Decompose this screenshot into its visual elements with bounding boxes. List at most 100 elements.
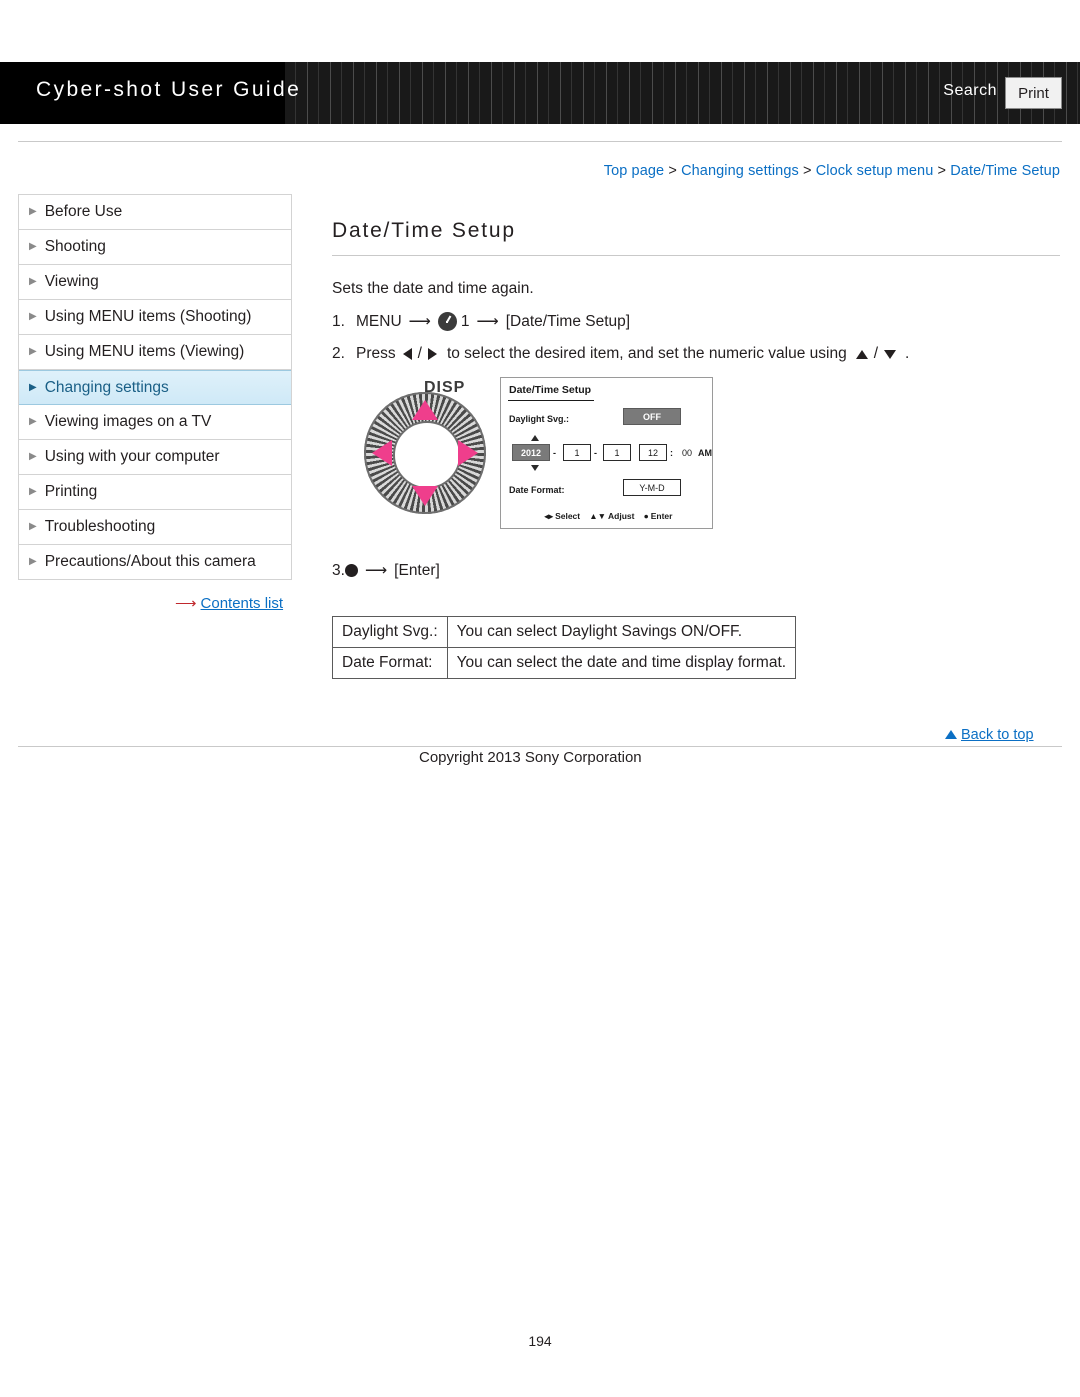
chevron-right-icon: ▶	[29, 206, 37, 217]
contents-list-link[interactable]: ⟶ Contents list	[175, 594, 283, 612]
step-2-slash-1: /	[417, 345, 422, 362]
settings-description-table: Daylight Svg.: You can select Daylight S…	[332, 616, 797, 679]
footer-divider	[18, 746, 1062, 747]
lcd-down-arrow-icon	[531, 465, 539, 471]
step-1-target: [Date/Time Setup]	[505, 312, 631, 330]
control-wheel-illustration: DISP	[364, 379, 486, 514]
arrow-right-icon: ⟶	[175, 595, 197, 612]
chevron-right-icon: ▶	[29, 241, 37, 252]
chevron-right-icon: ▶	[29, 276, 37, 287]
step-1-menu-label: MENU	[356, 312, 402, 330]
sidebar-item-label: Using MENU items (Shooting)	[44, 308, 252, 325]
step-2-number: 2.	[332, 345, 345, 362]
wheel-right-arrow-icon	[458, 440, 478, 466]
chevron-right-icon: ▶	[29, 381, 37, 393]
sidebar-item-changing-settings[interactable]: ▶ Changing settings	[19, 370, 291, 405]
table-cell-key: Date Format:	[332, 647, 448, 679]
back-to-top-label: Back to top	[961, 727, 1034, 743]
illustration-figure: DISP Date/Time Setup Daylight Svg.: OFF …	[332, 377, 1062, 557]
lcd-month-value: 1	[563, 444, 591, 461]
chevron-right-icon: ▶	[29, 486, 37, 497]
step-2: 2. Press / to select the desired item, a…	[332, 345, 1062, 363]
wheel-down-arrow-icon	[412, 486, 438, 506]
breadcrumb-separator: >	[937, 163, 947, 179]
intro-text: Sets the date and time again.	[332, 280, 534, 297]
lcd-day-value: 1	[603, 444, 631, 461]
wheel-left-arrow-icon	[372, 440, 392, 466]
sidebar-item-label: Viewing	[44, 273, 99, 290]
lcd-date-separator-1: -	[553, 448, 556, 458]
lcd-year-value: 2012	[512, 444, 550, 461]
breadcrumb-item-top-page[interactable]: Top page	[604, 163, 664, 179]
print-button[interactable]: Print	[1005, 77, 1062, 109]
sidebar-item-using-menu-items-viewing[interactable]: ▶ Using MENU items (Viewing)	[19, 335, 291, 370]
sidebar-item-label: Viewing images on a TV	[44, 413, 212, 430]
breadcrumb-item-clock-setup-menu[interactable]: Clock setup menu	[816, 163, 934, 179]
left-arrow-icon	[402, 348, 412, 360]
sidebar-item-label: Before Use	[44, 203, 123, 220]
table-cell-value: You can select Daylight Savings ON/OFF.	[446, 616, 797, 648]
step-3: 3. ⟶ [Enter]	[332, 561, 1062, 580]
page-title: Date/Time Setup	[332, 219, 516, 242]
sidebar-item-troubleshooting[interactable]: ▶ Troubleshooting	[19, 510, 291, 545]
header-divider	[18, 141, 1062, 142]
sidebar-item-viewing-images-on-a-tv[interactable]: ▶ Viewing images on a TV	[19, 405, 291, 440]
breadcrumb-item-changing-settings[interactable]: Changing settings	[681, 163, 799, 179]
table-row: Date Format: You can select the date and…	[332, 647, 797, 679]
breadcrumb: Top page > Changing settings > Clock set…	[604, 163, 1060, 179]
contents-list-label: Contents list	[200, 595, 284, 612]
breadcrumb-separator: >	[802, 163, 812, 179]
step-3-label: [Enter]	[394, 561, 440, 579]
sidebar-item-using-with-your-computer[interactable]: ▶ Using with your computer	[19, 440, 291, 475]
breadcrumb-separator: >	[668, 163, 677, 179]
sidebar-item-label: Using MENU items (Viewing)	[44, 343, 245, 360]
chevron-right-icon: ▶	[29, 416, 37, 427]
sidebar-item-shooting[interactable]: ▶ Shooting	[19, 230, 291, 265]
lcd-adjust-icon: ▲▼	[584, 511, 607, 521]
lcd-hour-value: 12	[639, 444, 667, 461]
lcd-adjust-label: Adjust	[608, 511, 635, 521]
step-1: 1. MENU ⟶ 1 ⟶ [Date/Time Setup]	[332, 312, 1062, 331]
sidebar-item-printing[interactable]: ▶ Printing	[19, 475, 291, 510]
breadcrumb-item-date-time-setup[interactable]: Date/Time Setup	[950, 163, 1060, 179]
search-link[interactable]: Search	[943, 82, 997, 100]
lcd-date-separator-2: -	[594, 448, 597, 458]
control-wheel-center	[393, 421, 461, 489]
lcd-time-separator: :	[670, 448, 673, 458]
up-triangle-icon	[945, 730, 957, 739]
down-arrow-icon	[884, 349, 897, 359]
lcd-up-arrow-icon	[531, 435, 539, 441]
arrow-right-icon: ⟶	[408, 313, 431, 330]
lcd-select-icon: ◂▸	[544, 511, 554, 521]
sidebar-item-label: Printing	[44, 483, 98, 500]
lcd-meridiem-value: AM	[698, 448, 712, 458]
lcd-enter-icon: ●	[638, 511, 649, 521]
chevron-right-icon: ▶	[29, 521, 37, 532]
chevron-right-icon: ▶	[29, 311, 37, 322]
sidebar-item-label: Precautions/About this camera	[44, 553, 256, 570]
lcd-select-label: Select	[555, 511, 581, 521]
clock-setup-menu-icon	[437, 312, 457, 331]
step-1-menu-number: 1	[460, 312, 470, 330]
sidebar-item-label: Using with your computer	[44, 448, 220, 465]
page-number: 194	[528, 1333, 552, 1349]
sidebar-item-viewing[interactable]: ▶ Viewing	[19, 265, 291, 300]
lcd-screen-illustration: Date/Time Setup Daylight Svg.: OFF 2012 …	[500, 377, 713, 529]
sidebar-navigation: ▶ Before Use ▶ Shooting ▶ Viewing ▶ Usin…	[18, 194, 292, 580]
sidebar-item-before-use[interactable]: ▶ Before Use	[19, 195, 291, 230]
chevron-right-icon: ▶	[29, 556, 37, 567]
right-arrow-icon	[427, 348, 437, 360]
sidebar-item-precautions-about-this-camera[interactable]: ▶ Precautions/About this camera	[19, 545, 291, 580]
step-2-period: .	[905, 345, 910, 362]
sidebar-item-label: Shooting	[44, 238, 106, 255]
sidebar-item-using-menu-items-shooting[interactable]: ▶ Using MENU items (Shooting)	[19, 300, 291, 335]
back-to-top-link[interactable]: Back to top	[945, 727, 1034, 743]
sidebar-item-label: Troubleshooting	[44, 518, 156, 535]
lcd-minute-value: 00	[677, 444, 697, 461]
table-row: Daylight Svg.: You can select Daylight S…	[332, 616, 797, 648]
copyright-text: Copyright 2013 Sony Corporation	[419, 749, 642, 766]
page-header: Cyber-shot User Guide Search Print	[0, 0, 1080, 150]
step-1-number: 1.	[332, 312, 345, 330]
table-cell-value: You can select the date and time display…	[446, 647, 797, 679]
step-3-number: 3.	[332, 561, 345, 579]
